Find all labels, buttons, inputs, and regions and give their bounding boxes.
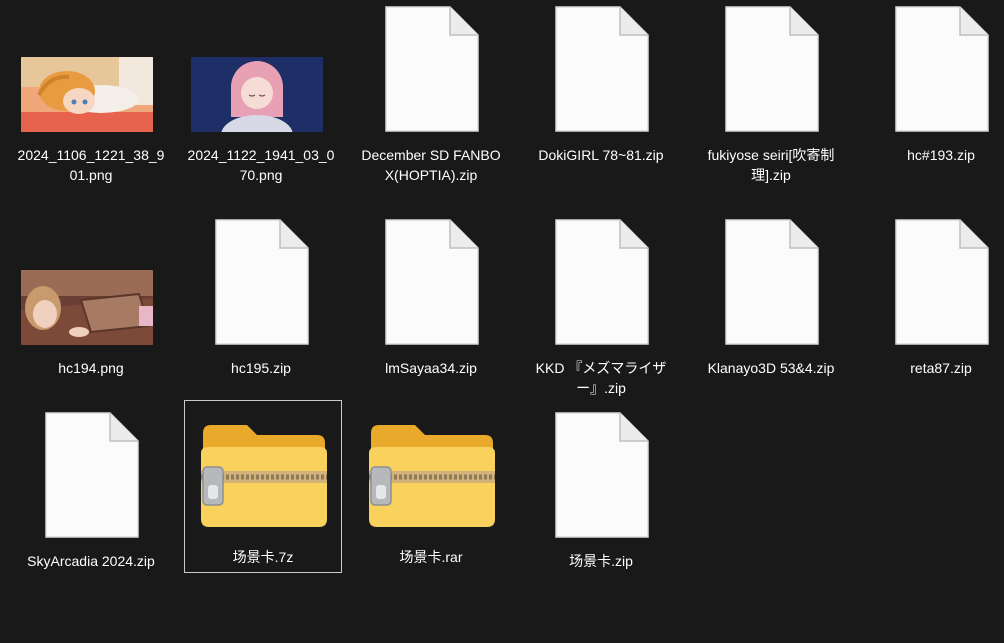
document-icon — [693, 219, 849, 360]
file-name: hc194.png — [58, 360, 124, 376]
file-tile[interactable]: hc#193.zip — [862, 6, 1004, 178]
document-icon — [863, 6, 1004, 147]
file-name: hc#193.zip — [907, 147, 975, 163]
file-name: hc195.zip — [231, 360, 291, 376]
file-tile[interactable]: 2024_1122_1941_03_070.png — [182, 6, 340, 183]
document-icon — [13, 412, 169, 553]
document-icon — [183, 219, 339, 360]
file-tile[interactable]: hc194.png — [12, 219, 170, 391]
file-name: KKD 『メズマライザー』.zip — [535, 360, 667, 396]
file-tile[interactable]: 2024_1106_1221_38_901.png — [12, 6, 170, 183]
document-icon — [353, 219, 509, 360]
file-tile[interactable]: SkyArcadia 2024.zip — [12, 412, 170, 584]
file-tile[interactable]: hc195.zip — [182, 219, 340, 391]
file-tile[interactable]: lmSayaa34.zip — [352, 219, 510, 391]
file-name: 场景卡.zip — [569, 553, 633, 569]
pink-hair-thumbnail — [191, 57, 323, 132]
file-name: lmSayaa34.zip — [385, 360, 477, 376]
file-name: Klanayo3D 53&4.zip — [707, 360, 835, 376]
file-name: 2024_1122_1941_03_070.png — [187, 147, 335, 183]
image-thumbnail — [13, 7, 169, 147]
file-name: 2024_1106_1221_38_901.png — [17, 147, 165, 183]
room-thumbnail — [21, 270, 153, 345]
file-tile[interactable]: Klanayo3D 53&4.zip — [692, 219, 850, 391]
zip-folder-icon — [185, 401, 341, 541]
file-tile[interactable]: DokiGIRL 78~81.zip — [522, 6, 680, 178]
document-icon — [693, 6, 849, 147]
file-grid: 2024_1106_1221_38_901.png 2024_1122_1941… — [0, 0, 1004, 643]
file-tile[interactable]: 场景卡.zip — [522, 412, 680, 584]
girl-lying-thumbnail — [21, 57, 153, 132]
image-thumbnail — [183, 7, 339, 147]
file-name: DokiGIRL 78~81.zip — [538, 147, 664, 163]
file-name: December SD FANBOX(HOPTIA).zip — [361, 147, 501, 183]
file-name: 场景卡.rar — [399, 549, 463, 565]
file-tile[interactable]: December SD FANBOX(HOPTIA).zip — [352, 6, 510, 183]
file-tile[interactable]: KKD 『メズマライザー』.zip — [522, 219, 680, 396]
file-tile[interactable]: reta87.zip — [862, 219, 1004, 391]
document-icon — [353, 6, 509, 147]
file-tile[interactable]: fukiyose seiri[吹寄制理].zip — [692, 6, 850, 183]
file-name: reta87.zip — [910, 360, 972, 376]
file-name: 场景卡.7z — [232, 549, 294, 565]
document-icon — [523, 412, 679, 553]
file-tile[interactable]: 场景卡.rar — [352, 400, 510, 573]
document-icon — [863, 219, 1004, 360]
file-name: SkyArcadia 2024.zip — [27, 553, 155, 569]
zip-folder-icon — [353, 401, 509, 541]
image-thumbnail — [13, 220, 169, 360]
file-name: fukiyose seiri[吹寄制理].zip — [707, 147, 835, 183]
file-tile-selected[interactable]: 场景卡.7z — [184, 400, 342, 573]
document-icon — [523, 6, 679, 147]
document-icon — [523, 219, 679, 360]
